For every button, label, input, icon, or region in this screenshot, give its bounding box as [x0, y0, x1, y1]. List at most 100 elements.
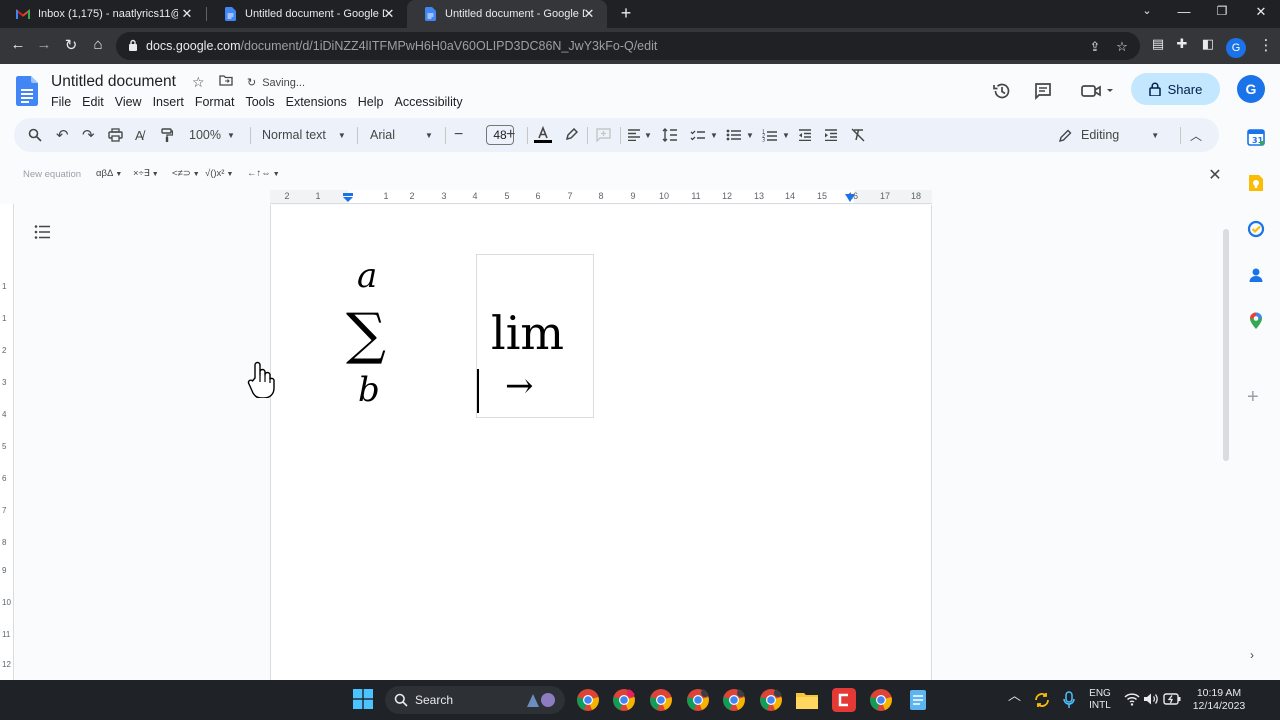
tasks-icon[interactable]	[1246, 219, 1266, 239]
chrome-profile-app-icon[interactable]	[722, 688, 746, 712]
get-add-ons-plus-icon[interactable]: +	[1247, 386, 1259, 409]
reading-mode-icon[interactable]: ▤	[1148, 36, 1168, 52]
font-select[interactable]: Arial ▼	[370, 118, 433, 152]
forward-arrow-icon[interactable]: →	[34, 36, 54, 53]
bulleted-list-icon[interactable]: ▼	[726, 118, 754, 152]
chrome-profile-app-icon[interactable]	[612, 688, 636, 712]
bookmark-star-icon[interactable]: ☆	[1113, 39, 1131, 55]
share-button[interactable]: Share	[1131, 73, 1220, 105]
text-color-icon[interactable]	[534, 118, 552, 152]
back-arrow-icon[interactable]: ←	[8, 36, 28, 53]
address-bar[interactable]: docs.google.com/document/d/1iDiNZZ4lITFM…	[116, 32, 1140, 60]
meet-video-icon[interactable]	[1078, 79, 1118, 103]
move-folder-icon[interactable]	[219, 74, 233, 89]
comments-icon[interactable]	[1031, 79, 1055, 103]
left-indent-marker-icon[interactable]	[343, 193, 353, 202]
right-indent-marker-icon[interactable]	[845, 194, 855, 202]
editing-mode-select[interactable]: Editing ▼	[1059, 118, 1159, 152]
battery-charging-icon[interactable]	[1163, 692, 1181, 706]
insert-comment-icon[interactable]	[596, 118, 611, 152]
chrome-profile-avatar[interactable]: G	[1226, 38, 1246, 58]
relations-menu[interactable]: <≠⊃ ▼	[172, 168, 200, 179]
star-icon[interactable]: ☆	[192, 74, 205, 91]
numbered-list-icon[interactable]: 1 2 3 ▼	[762, 118, 790, 152]
keep-notes-icon[interactable]	[1246, 173, 1266, 193]
tab-docs-1[interactable]: Untitled document - Google Docs ✕	[207, 0, 407, 28]
document-title[interactable]: Untitled document	[51, 73, 176, 91]
volume-icon[interactable]	[1143, 692, 1159, 706]
menu-extensions[interactable]: Extensions	[286, 95, 347, 109]
summation-symbol[interactable]: ∑	[346, 300, 386, 370]
highlight-color-icon[interactable]	[564, 118, 578, 152]
chrome-menu-icon[interactable]: ⋮	[1256, 36, 1276, 54]
taskbar-search[interactable]: Search	[385, 686, 565, 714]
misc-operations-menu[interactable]: ×÷∃ ▼	[133, 168, 159, 179]
hide-menus-chevron-up-icon[interactable]: ︿	[1190, 118, 1202, 152]
limit-arrow[interactable]: →	[505, 366, 534, 406]
print-icon[interactable]	[108, 118, 123, 152]
wifi-icon[interactable]	[1124, 692, 1140, 706]
tab-docs-2-active[interactable]: Untitled document - Google Docs ✕	[407, 0, 607, 28]
screen-recorder-app-icon[interactable]	[832, 688, 856, 712]
menu-file[interactable]: File	[51, 95, 71, 109]
version-history-icon[interactable]	[990, 79, 1014, 103]
close-tab-icon[interactable]: ✕	[381, 6, 397, 22]
chrome-profile-app-icon[interactable]	[759, 688, 783, 712]
chrome-profile-app-icon[interactable]	[649, 688, 673, 712]
account-avatar[interactable]: G	[1237, 75, 1265, 103]
align-icon[interactable]: ▼	[627, 118, 652, 152]
menu-accessibility[interactable]: Accessibility	[395, 95, 463, 109]
limit-operator[interactable]: lim	[491, 306, 564, 360]
spellcheck-icon[interactable]: A̸	[135, 118, 144, 152]
decrease-font-size-icon[interactable]: −	[454, 118, 463, 152]
microphone-icon[interactable]	[1062, 691, 1076, 709]
increase-indent-icon[interactable]	[824, 118, 838, 152]
new-tab-plus-icon[interactable]: +	[616, 3, 636, 24]
arrows-menu[interactable]: ←↑⇔ ▼	[247, 168, 280, 179]
close-tab-icon[interactable]: ✕	[581, 6, 597, 22]
close-tab-icon[interactable]: ✕	[179, 6, 195, 22]
file-explorer-icon[interactable]	[795, 688, 819, 712]
chrome-profile-app-icon[interactable]	[686, 688, 710, 712]
paragraph-style-select[interactable]: Normal text ▼	[262, 118, 346, 152]
vertical-ruler[interactable]: 1 1 2 3 4 5 6 7 8 9 10 11 12	[0, 204, 14, 680]
checklist-icon[interactable]: ▼	[690, 118, 718, 152]
redo-icon[interactable]: ↷	[82, 118, 95, 152]
menu-edit[interactable]: Edit	[82, 95, 104, 109]
minimize-icon[interactable]: —	[1174, 4, 1194, 19]
reload-icon[interactable]: ↻	[61, 36, 81, 54]
share-page-icon[interactable]: ⇪	[1086, 39, 1104, 55]
horizontal-ruler[interactable]: 2 1 1 2 3 4 5 6 7 8 9 10 11 12 13 14 15 …	[270, 190, 932, 204]
clear-formatting-icon[interactable]	[851, 118, 865, 152]
greek-letters-menu[interactable]: αβΔ ▼	[96, 168, 122, 179]
increase-font-size-icon[interactable]: +	[506, 118, 515, 152]
contacts-icon[interactable]	[1246, 265, 1266, 285]
menu-help[interactable]: Help	[358, 95, 384, 109]
docs-logo-icon[interactable]	[16, 76, 38, 106]
decrease-indent-icon[interactable]	[798, 118, 812, 152]
windows-start-icon[interactable]	[353, 689, 373, 709]
maps-icon[interactable]	[1246, 311, 1266, 331]
paint-format-icon[interactable]	[161, 118, 173, 152]
language-indicator[interactable]: ENG INTL	[1086, 688, 1114, 712]
zoom-select[interactable]: 100% ▼	[189, 118, 235, 152]
tab-gmail-inbox[interactable]: Inbox (1,175) - naatlyrics11@gmail.com ✕	[0, 0, 205, 28]
vertical-scrollbar[interactable]	[1220, 205, 1232, 680]
menu-format[interactable]: Format	[195, 95, 235, 109]
document-outline-icon[interactable]	[34, 224, 52, 240]
menu-view[interactable]: View	[115, 95, 142, 109]
sum-lower-limit[interactable]: b	[358, 370, 380, 410]
scrollbar-thumb[interactable]	[1223, 229, 1229, 461]
sync-tray-icon[interactable]	[1033, 691, 1051, 709]
line-spacing-icon[interactable]	[662, 118, 678, 152]
restore-icon[interactable]: ❐	[1212, 4, 1232, 18]
search-menus-icon[interactable]	[28, 118, 42, 152]
show-hidden-icons-chevron-icon[interactable]: ︿	[1008, 689, 1021, 702]
show-side-panel-chevron-icon[interactable]: ›	[1250, 648, 1254, 662]
sum-upper-limit[interactable]: a	[357, 256, 377, 296]
math-operators-menu[interactable]: √()x² ▼	[205, 168, 233, 179]
close-equation-toolbar-icon[interactable]: ✕	[1207, 165, 1223, 185]
menu-tools[interactable]: Tools	[245, 95, 274, 109]
close-window-icon[interactable]: ✕	[1251, 4, 1271, 20]
chrome-app-icon[interactable]	[576, 688, 600, 712]
